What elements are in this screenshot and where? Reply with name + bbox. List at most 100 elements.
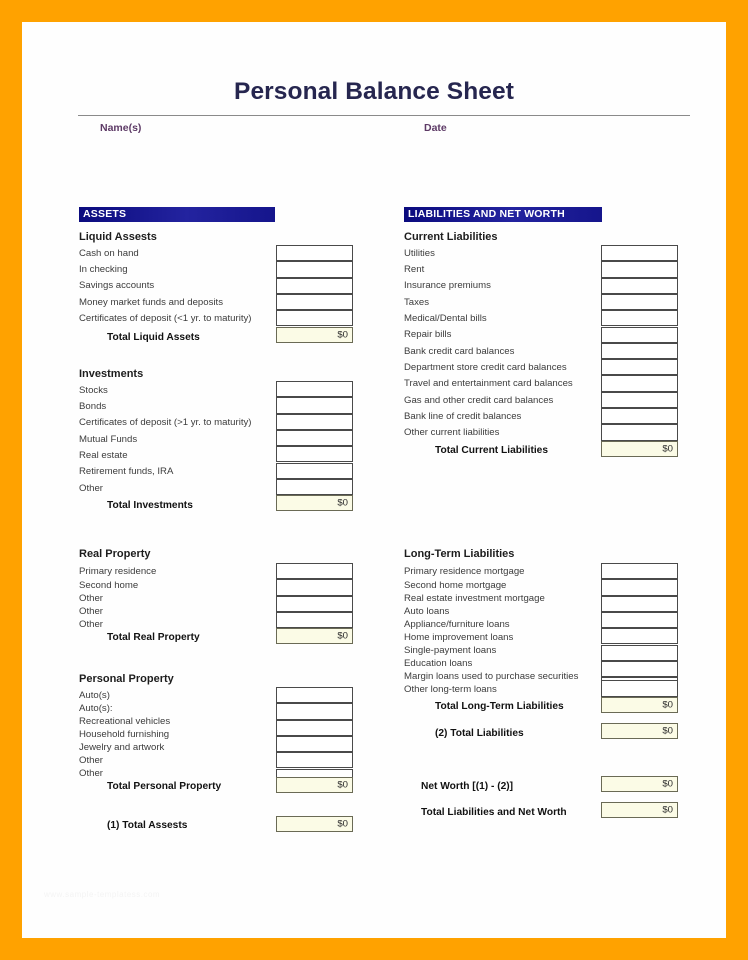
amount-input[interactable] bbox=[276, 413, 353, 430]
amount-input[interactable] bbox=[276, 310, 353, 327]
line-label: Stocks bbox=[79, 385, 108, 396]
page-frame: Personal Balance Sheet Name(s) Date ASSE… bbox=[0, 0, 748, 960]
line-label: Bank line of credit balances bbox=[404, 411, 522, 422]
total-value-investments: $0 bbox=[276, 495, 353, 512]
amount-input[interactable] bbox=[276, 478, 353, 496]
group-heading-real-property: Real Property bbox=[79, 548, 151, 560]
total-label-real-property: Total Real Property bbox=[107, 632, 200, 643]
amount-text: $0 bbox=[337, 497, 348, 509]
amount-input[interactable] bbox=[601, 424, 678, 441]
balance-sheet-document: Personal Balance Sheet Name(s) Date ASSE… bbox=[22, 22, 726, 938]
total-label-personal-property: Total Personal Property bbox=[107, 781, 222, 792]
amount-input[interactable] bbox=[276, 595, 353, 612]
line-label: Household furnishing bbox=[79, 729, 170, 740]
amount-input[interactable] bbox=[601, 595, 678, 612]
amount-input[interactable] bbox=[276, 429, 353, 447]
amount-input[interactable] bbox=[276, 261, 353, 278]
amount-input[interactable] bbox=[276, 277, 353, 294]
amount-input[interactable] bbox=[601, 611, 678, 629]
line-label: Real estate bbox=[79, 450, 128, 461]
line-label: Jewelry and artwork bbox=[79, 742, 165, 753]
line-label: Margin loans used to purchase securities bbox=[404, 671, 579, 682]
amount-input[interactable] bbox=[601, 359, 678, 376]
amount-text: $0 bbox=[337, 818, 348, 830]
total-value-long-term-liabilities: $0 bbox=[601, 696, 678, 713]
amount-input[interactable] bbox=[601, 644, 678, 661]
amount-input[interactable] bbox=[276, 293, 353, 311]
amount-input[interactable] bbox=[276, 579, 353, 596]
total-value-current-liabilities: $0 bbox=[601, 440, 678, 457]
group-heading-liquid-assets: Liquid Assests bbox=[79, 231, 157, 243]
amount-input[interactable] bbox=[601, 680, 678, 697]
group-heading-long-term-liabilities: Long-Term Liabilities bbox=[404, 548, 515, 560]
amount-input[interactable] bbox=[276, 611, 353, 629]
line-label: Mutual Funds bbox=[79, 434, 138, 445]
total-value-total-liabilities: $0 bbox=[601, 723, 678, 740]
line-label: Bonds bbox=[79, 401, 107, 412]
amount-input[interactable] bbox=[276, 397, 353, 414]
amount-input[interactable] bbox=[601, 391, 678, 408]
amount-input[interactable] bbox=[601, 408, 678, 425]
amount-input[interactable] bbox=[601, 326, 678, 343]
amount-input[interactable] bbox=[276, 563, 353, 580]
line-label: Bank credit card balances bbox=[404, 346, 515, 357]
title-divider bbox=[78, 115, 690, 116]
line-label: Recreational vehicles bbox=[79, 716, 171, 727]
amount-input[interactable] bbox=[601, 579, 678, 596]
amount-input[interactable] bbox=[276, 381, 353, 398]
line-label: Department store credit card balances bbox=[404, 362, 567, 373]
amount-text: $0 bbox=[662, 778, 673, 790]
line-label: Second home bbox=[79, 580, 139, 591]
page-title: Personal Balance Sheet bbox=[234, 78, 514, 105]
amount-text: $0 bbox=[337, 779, 348, 791]
amount-input[interactable] bbox=[601, 261, 678, 278]
amount-text: $0 bbox=[662, 443, 673, 455]
total-value-personal-property: $0 bbox=[276, 776, 353, 793]
line-label: Savings accounts bbox=[79, 280, 155, 291]
line-label: In checking bbox=[79, 264, 128, 275]
line-label: Appliance/furniture loans bbox=[404, 619, 510, 630]
amount-input[interactable] bbox=[601, 660, 678, 678]
amount-input[interactable] bbox=[276, 446, 353, 463]
total-label-liquid-assets: Total Liquid Assets bbox=[107, 332, 200, 343]
amount-input[interactable] bbox=[276, 703, 353, 720]
line-label: Other bbox=[79, 768, 103, 779]
total-label-total-liabilities: (2) Total Liabilities bbox=[435, 728, 524, 739]
line-label: Other bbox=[79, 483, 103, 494]
amount-input[interactable] bbox=[601, 245, 678, 262]
amount-input[interactable] bbox=[276, 462, 353, 479]
line-label: Gas and other credit card balances bbox=[404, 395, 554, 406]
amount-input[interactable] bbox=[601, 375, 678, 392]
line-label: Certificates of deposit (<1 yr. to matur… bbox=[79, 313, 252, 324]
line-label: Utilities bbox=[404, 248, 435, 259]
line-label: Auto loans bbox=[404, 606, 450, 617]
assets-banner: ASSETS bbox=[79, 207, 275, 222]
amount-input[interactable] bbox=[276, 735, 353, 753]
line-label: Auto(s) bbox=[79, 690, 110, 701]
amount-input[interactable] bbox=[601, 342, 678, 360]
amount-input[interactable] bbox=[276, 687, 353, 704]
line-label: Home improvement loans bbox=[404, 632, 514, 643]
group-heading-investments: Investments bbox=[79, 368, 144, 380]
line-label: Single-payment loans bbox=[404, 645, 497, 656]
amount-input[interactable] bbox=[276, 752, 353, 769]
line-label: Primary residence bbox=[79, 566, 157, 577]
group-heading-current-liabilities: Current Liabilities bbox=[404, 231, 498, 243]
line-label: Insurance premiums bbox=[404, 280, 491, 291]
amount-input[interactable] bbox=[601, 293, 678, 311]
amount-input[interactable] bbox=[601, 563, 678, 580]
total-value-net-worth: $0 bbox=[601, 776, 678, 793]
watermark: www.sample-templatess.com bbox=[44, 890, 161, 899]
line-label: Travel and entertainment card balances bbox=[404, 378, 573, 389]
total-label-net-worth: Net Worth [(1) - (2)] bbox=[421, 781, 514, 792]
amount-input[interactable] bbox=[601, 310, 678, 327]
line-label: Real estate investment mortgage bbox=[404, 593, 545, 604]
amount-input[interactable] bbox=[276, 719, 353, 736]
amount-input[interactable] bbox=[601, 277, 678, 294]
amount-input[interactable] bbox=[601, 628, 678, 645]
line-label: Other bbox=[79, 593, 103, 604]
amount-text: $0 bbox=[337, 630, 348, 642]
amount-text: $0 bbox=[337, 329, 348, 341]
total-label-long-term-liabilities: Total Long-Term Liabilities bbox=[435, 701, 564, 712]
amount-input[interactable] bbox=[276, 245, 353, 262]
